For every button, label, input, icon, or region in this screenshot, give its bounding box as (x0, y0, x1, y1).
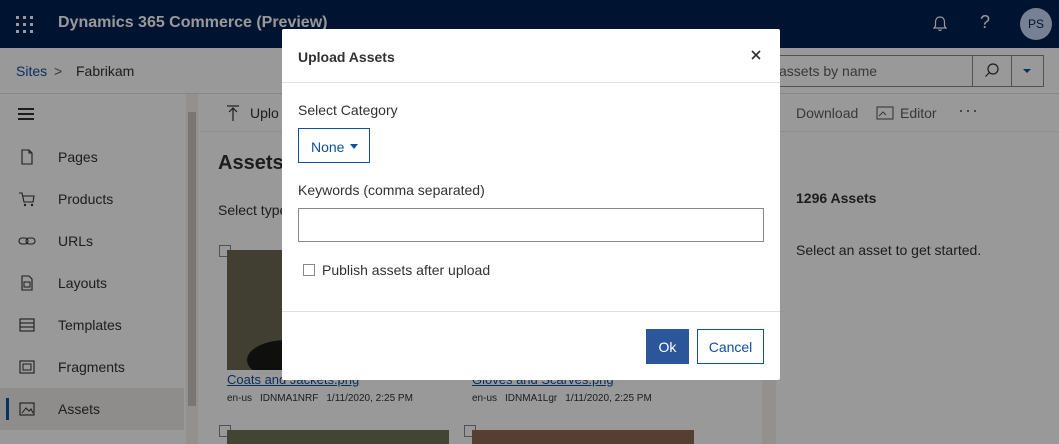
dialog-title: Upload Assets (298, 49, 395, 65)
close-icon[interactable] (748, 47, 764, 63)
category-dropdown[interactable]: None (298, 128, 370, 163)
publish-checkbox[interactable] (303, 264, 315, 276)
upload-assets-dialog: Upload Assets Select Category None Keywo… (282, 29, 780, 380)
keywords-label: Keywords (comma separated) (298, 182, 485, 198)
category-label: Select Category (298, 102, 398, 118)
keywords-input[interactable] (298, 208, 764, 242)
cancel-button[interactable]: Cancel (697, 329, 764, 364)
dialog-divider (282, 311, 780, 312)
publish-checkbox-label[interactable]: Publish assets after upload (322, 262, 490, 278)
dialog-header: Upload Assets (282, 29, 780, 83)
ok-button[interactable]: Ok (646, 329, 689, 364)
caret-down-icon (350, 144, 358, 149)
category-dropdown-value: None (311, 139, 345, 155)
